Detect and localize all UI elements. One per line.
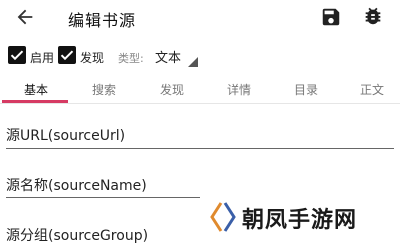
app-bar: 编辑书源	[0, 0, 400, 34]
enabled-checkbox[interactable]	[8, 46, 26, 64]
source-name-underline	[6, 197, 200, 198]
tab-toc[interactable]: 目录	[294, 81, 318, 98]
discover-checkbox[interactable]	[58, 46, 76, 64]
tab-content[interactable]: 正文	[360, 81, 384, 98]
source-url-field[interactable]: 源URL(sourceUrl)	[6, 125, 125, 145]
dropdown-corner-icon	[188, 57, 198, 67]
type-select[interactable]: 文本	[155, 47, 181, 66]
arrow-left-icon[interactable]	[14, 6, 36, 28]
source-name-field[interactable]: 源名称(sourceName)	[6, 175, 147, 195]
tab-discover[interactable]: 发现	[160, 81, 184, 98]
enabled-label: 启用	[30, 51, 55, 65]
tab-search[interactable]: 搜索	[92, 81, 116, 98]
tab-basic[interactable]: 基本	[24, 81, 48, 98]
source-url-underline	[6, 148, 394, 149]
check-icon	[60, 50, 74, 61]
options-row: 启用 发现 类型: 文本	[0, 42, 400, 72]
bug-icon[interactable]	[362, 5, 384, 27]
page-title: 编辑书源	[68, 11, 137, 30]
tab-indicator	[2, 100, 68, 103]
watermark-text: 朝凤手游网	[242, 208, 358, 233]
discover-label: 发现	[80, 51, 105, 65]
logo-icon	[210, 202, 236, 232]
save-icon[interactable]	[320, 6, 342, 28]
tab-detail[interactable]: 详情	[227, 81, 251, 98]
type-label: 类型:	[118, 52, 144, 65]
watermark: 朝凤手游网	[208, 200, 398, 236]
check-icon	[10, 50, 24, 61]
source-group-field[interactable]: 源分组(sourceGroup)	[6, 225, 148, 243]
